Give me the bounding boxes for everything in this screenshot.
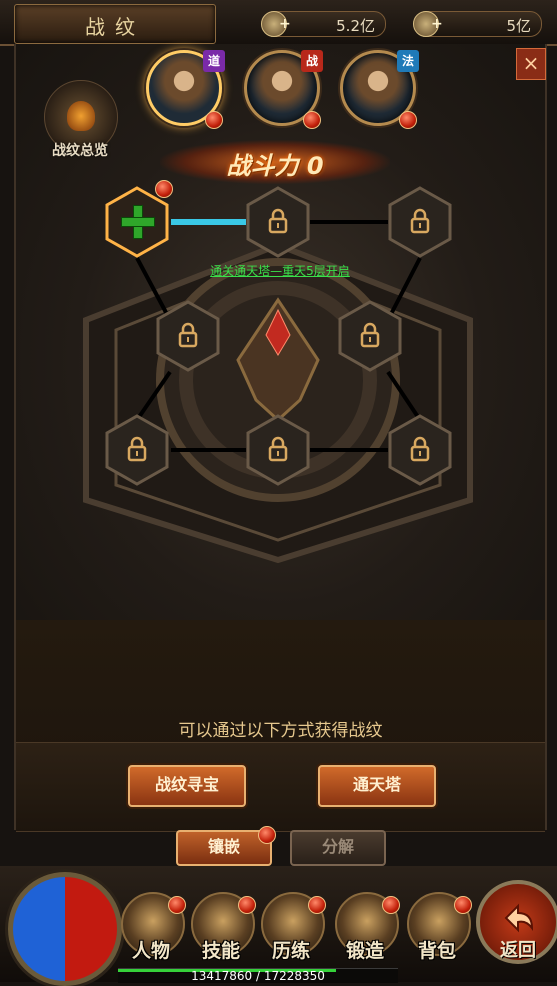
- rune-slot-1[interactable]: [105, 180, 173, 258]
- nav-character[interactable]: 人物: [116, 892, 186, 968]
- tab-decompose[interactable]: 分解: [290, 830, 386, 866]
- source-strip: 战纹寻宝 通天塔: [16, 742, 545, 832]
- lock-icon: [360, 322, 380, 348]
- nav-backpack[interactable]: 背包: [402, 892, 472, 968]
- rune-board-frame: [83, 219, 473, 564]
- rune-treasure-hunt-button[interactable]: 战纹寻宝: [128, 765, 246, 807]
- rune-slot-4[interactable]: [156, 300, 220, 372]
- lock-icon: [410, 208, 430, 234]
- lock-icon: [178, 322, 198, 348]
- rune-slot-6[interactable]: [105, 414, 169, 486]
- nav-label: 人物: [131, 940, 170, 962]
- nav-label: 技能: [201, 940, 240, 962]
- rune-slot-3[interactable]: [388, 186, 452, 258]
- back-arrow-icon: [504, 903, 534, 933]
- lock-icon: [127, 436, 147, 462]
- nav-skills[interactable]: 技能: [186, 892, 256, 968]
- back-label: 返回: [500, 940, 536, 961]
- obtain-info-panel: 可以通过以下方式获得战纹 战纹寻宝 通天塔: [14, 620, 547, 832]
- experience-text: 13417860 / 17228350: [191, 969, 325, 983]
- nav-forge[interactable]: 锻造: [330, 892, 400, 968]
- notification-dot-icon: [454, 896, 472, 914]
- lock-icon: [410, 436, 430, 462]
- rune-slot-2[interactable]: [246, 186, 310, 258]
- nav-label: 锻造: [345, 940, 384, 962]
- notification-dot-icon: [155, 180, 173, 198]
- notification-dot-icon: [308, 896, 326, 914]
- nav-label: 背包: [417, 940, 456, 962]
- rune-slot-5[interactable]: [338, 300, 402, 372]
- notification-dot-icon: [258, 826, 276, 844]
- add-rune-icon: [121, 205, 155, 239]
- lock-icon: [268, 208, 288, 234]
- main-menu-orb-icon[interactable]: [8, 872, 122, 986]
- obtain-info-text: 可以通过以下方式获得战纹: [178, 721, 383, 741]
- nav-training[interactable]: 历练: [256, 892, 326, 968]
- lock-icon: [268, 436, 288, 462]
- notification-dot-icon: [168, 896, 186, 914]
- rune-slot-7[interactable]: [246, 414, 310, 486]
- notification-dot-icon: [382, 896, 400, 914]
- sky-tower-button[interactable]: 通天塔: [318, 765, 436, 807]
- unlock-hint-link[interactable]: 通关通天塔—重天5层开启: [190, 262, 370, 279]
- notification-dot-icon: [238, 896, 256, 914]
- rune-slot-8[interactable]: [388, 414, 452, 486]
- nav-label: 历练: [271, 940, 310, 962]
- back-button[interactable]: 返回: [476, 880, 557, 964]
- experience-bar: 13417860 / 17228350: [118, 968, 398, 983]
